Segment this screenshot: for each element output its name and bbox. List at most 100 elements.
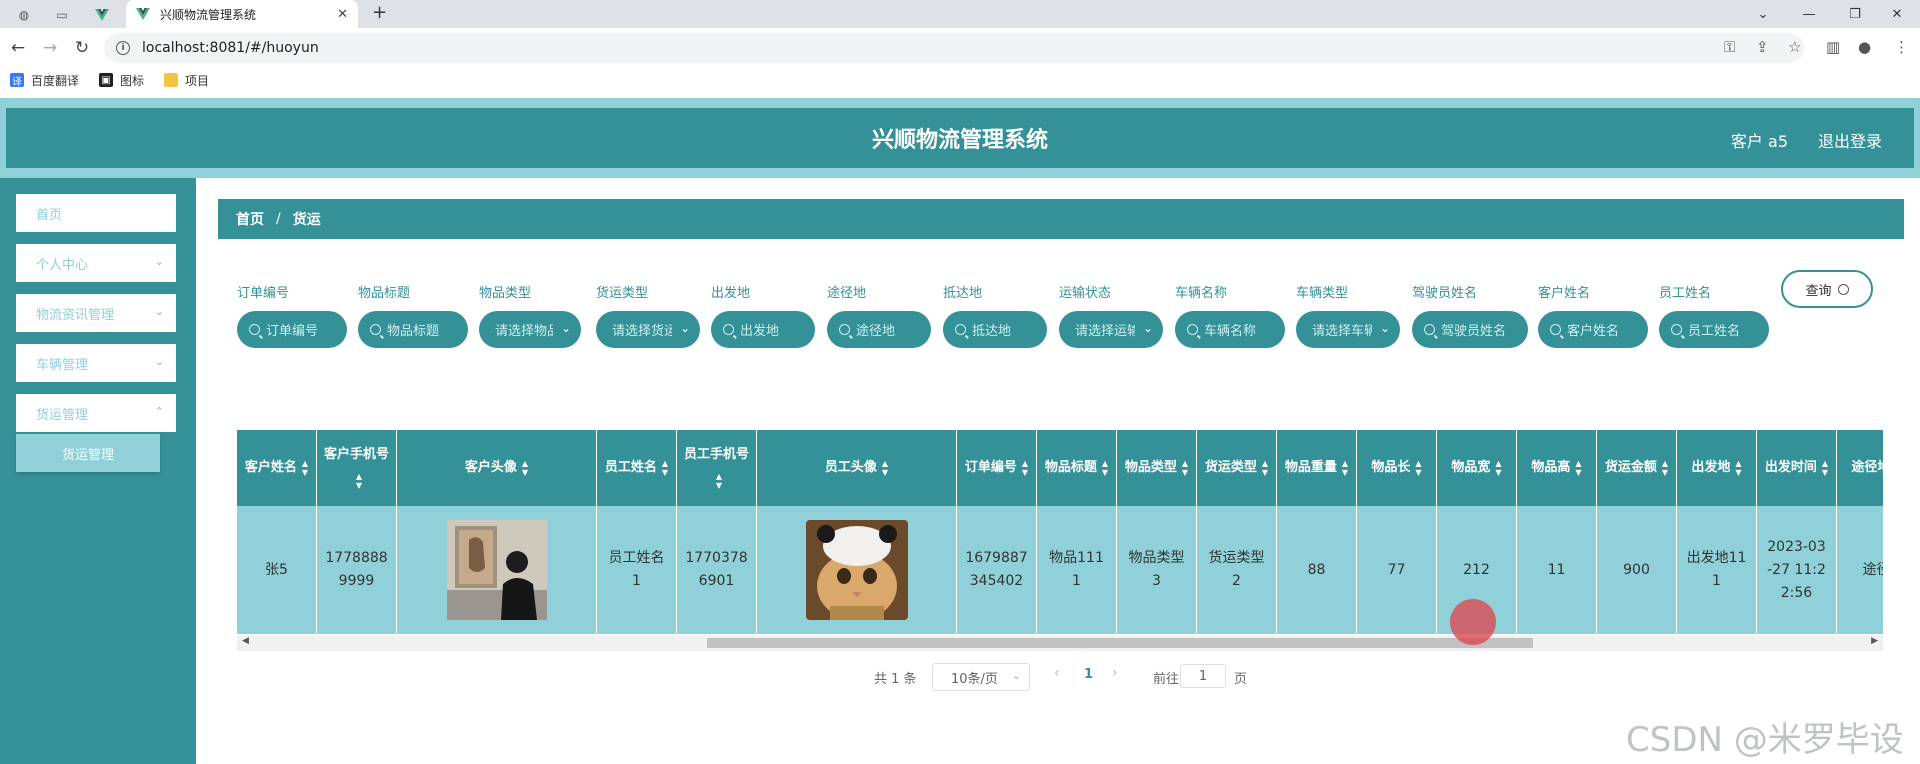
column-header-staff-phone[interactable]: 员工手机号 ▲ ▼ <box>677 430 757 506</box>
sort-icon[interactable]: ▲ ▼ <box>1022 459 1028 477</box>
menu-dots-icon[interactable]: ⋮ <box>1894 38 1909 56</box>
column-header-depart-time[interactable]: 出发时间 ▲ ▼ <box>1757 430 1837 506</box>
share-icon[interactable]: ⇪ <box>1756 38 1769 56</box>
sidebar-item-label: 首页 <box>36 207 63 223</box>
forward-icon[interactable]: → <box>38 36 62 60</box>
vehicle-name-input[interactable]: 车辆名称 <box>1175 311 1285 348</box>
column-header-item-title[interactable]: 物品标题 ▲ ▼ <box>1037 430 1117 506</box>
search-icon <box>249 324 260 335</box>
customer-name-input[interactable]: 客户姓名 <box>1538 311 1648 348</box>
order-no-input[interactable]: 订单编号 <box>237 311 347 348</box>
restore-icon[interactable]: ❐ <box>1832 0 1878 28</box>
sort-icon[interactable]: ▲ ▼ <box>716 472 722 490</box>
column-header-item-weight[interactable]: 物品重量 ▲ ▼ <box>1277 430 1357 506</box>
column-header-item-length[interactable]: 物品长 ▲ ▼ <box>1357 430 1437 506</box>
column-header-label: 客户手机号 <box>323 447 389 462</box>
horizontal-scrollbar[interactable]: ◀ ▶ <box>237 635 1883 651</box>
sort-icon[interactable]: ▲ ▼ <box>522 459 528 477</box>
sidebar-item-vehicles[interactable]: 车辆管理 ⌄ <box>16 344 176 382</box>
side-panel-icon[interactable]: ▥ <box>1826 38 1840 56</box>
active-tab[interactable]: 兴顺物流管理系统 ✕ <box>126 0 358 28</box>
column-header-label: 订单编号 <box>964 460 1017 475</box>
column-header-customer-phone[interactable]: 客户手机号 ▲ ▼ <box>317 430 397 506</box>
sort-icon[interactable]: ▲ ▼ <box>1182 459 1188 477</box>
sort-icon[interactable]: ▲ ▼ <box>1662 459 1668 477</box>
site-info-icon[interactable]: i <box>116 41 130 55</box>
globe-tab-icon[interactable]: ◍ <box>6 4 42 26</box>
column-header-item-type[interactable]: 物品类型 ▲ ▼ <box>1117 430 1197 506</box>
scroll-left-icon[interactable]: ◀ <box>242 636 249 646</box>
close-tab-icon[interactable]: ✕ <box>337 7 348 22</box>
minimize-icon[interactable]: — <box>1786 0 1832 28</box>
column-header-freight-amount[interactable]: 货运金额 ▲ ▼ <box>1597 430 1677 506</box>
sort-icon[interactable]: ▲ ▼ <box>662 459 668 477</box>
column-header-customer-avatar[interactable]: 客户头像 ▲ ▼ <box>397 430 597 506</box>
bookmark-star-icon[interactable]: ☆ <box>1788 38 1801 56</box>
column-header-item-width[interactable]: 物品宽 ▲ ▼ <box>1437 430 1517 506</box>
query-button[interactable]: 查询 <box>1781 270 1873 308</box>
bookmark-item[interactable]: 项目 <box>164 72 209 89</box>
page-size-select[interactable]: 10条/页 ⌄ <box>932 663 1030 691</box>
sidebar-item-profile[interactable]: 个人中心 ⌄ <box>16 244 176 282</box>
cell-customer-phone: 17788889999 <box>317 506 397 634</box>
sort-icon[interactable]: ▲ ▼ <box>1495 459 1501 477</box>
key-icon[interactable]: ⚿ <box>1724 38 1735 56</box>
sidebar-item-home[interactable]: 首页 <box>16 194 176 232</box>
bookmark-item[interactable]: ▣ 图标 <box>99 72 144 89</box>
submenu-item-freight-management[interactable]: 货运管理 <box>16 434 160 472</box>
profile-icon[interactable]: ● <box>1858 38 1871 56</box>
new-tab-icon[interactable]: + <box>372 2 387 23</box>
cell-origin: 出发地111 <box>1677 506 1757 634</box>
blank-tab-icon[interactable]: ▭ <box>44 4 80 26</box>
scroll-right-icon[interactable]: ▶ <box>1871 636 1878 646</box>
transport-status-select[interactable]: 请选择运输 ⌄ <box>1059 311 1163 348</box>
prev-page-icon[interactable]: ‹ <box>1054 665 1060 681</box>
vue-tab-icon[interactable] <box>84 4 120 26</box>
reload-icon[interactable]: ↻ <box>70 36 94 60</box>
item-title-input[interactable]: 物品标题 <box>358 311 468 348</box>
sort-icon[interactable]: ▲ ▼ <box>1735 459 1741 477</box>
sort-icon[interactable]: ▲ ▼ <box>1102 459 1108 477</box>
sort-icon[interactable]: ▲ ▼ <box>1415 459 1421 477</box>
sidebar-item-news[interactable]: 物流资讯管理 ⌄ <box>16 294 176 332</box>
sort-icon[interactable]: ▲ ▼ <box>1822 459 1828 477</box>
table-row[interactable]: 张5 17788889999 员工姓名1 17703786901 16798873454… <box>237 506 1883 634</box>
sort-icon[interactable]: ▲ ▼ <box>1342 459 1348 477</box>
chevron-down-icon: ⌄ <box>1379 321 1390 335</box>
sort-icon[interactable]: ▲ ▼ <box>1575 459 1581 477</box>
item-type-select[interactable]: 请选择物品 ⌄ <box>479 311 581 348</box>
column-header-staff-avatar[interactable]: 员工头像 ▲ ▼ <box>757 430 957 506</box>
staff-name-input[interactable]: 员工姓名 <box>1659 311 1769 348</box>
goto-page-input[interactable]: 1 <box>1180 664 1226 688</box>
sort-icon[interactable]: ▲ ▼ <box>882 459 888 477</box>
column-header-freight-type[interactable]: 货运类型 ▲ ▼ <box>1197 430 1277 506</box>
tab-search-icon[interactable]: ⌄ <box>1740 0 1786 28</box>
column-header-customer-name[interactable]: 客户姓名 ▲ ▼ <box>237 430 317 506</box>
close-window-icon[interactable]: ✕ <box>1874 0 1920 28</box>
page-number-current[interactable]: 1 <box>1084 667 1093 682</box>
scrollbar-thumb[interactable] <box>707 638 1533 648</box>
back-icon[interactable]: ← <box>6 36 30 60</box>
column-header-item-height[interactable]: 物品高 ▲ ▼ <box>1517 430 1597 506</box>
sort-icon[interactable]: ▲ ▼ <box>356 472 362 490</box>
column-header-order-no[interactable]: 订单编号 ▲ ▼ <box>957 430 1037 506</box>
freight-type-select[interactable]: 请选择货运 ⌄ <box>596 311 700 348</box>
destination-input[interactable]: 抵达地 <box>943 311 1047 348</box>
vehicle-type-select[interactable]: 请选择车辆 ⌄ <box>1296 311 1400 348</box>
column-header-label: 出发地 <box>1691 460 1731 475</box>
logout-button[interactable]: 退出登录 <box>1818 128 1882 152</box>
sidebar-item-freight[interactable]: 货运管理 ⌃ <box>16 394 176 432</box>
driver-name-input[interactable]: 驾驶员姓名 <box>1412 311 1528 348</box>
url-omnibox[interactable]: i localhost:8081/#/huoyun <box>104 33 1804 63</box>
waypoint-input[interactable]: 途径地 <box>827 311 931 348</box>
column-header-staff-name[interactable]: 员工姓名 ▲ ▼ <box>597 430 677 506</box>
url-text[interactable]: localhost:8081/#/huoyun <box>142 40 319 56</box>
column-header-origin[interactable]: 出发地 ▲ ▼ <box>1677 430 1757 506</box>
bookmark-item[interactable]: 译 百度翻译 <box>10 72 79 89</box>
sort-icon[interactable]: ▲ ▼ <box>1262 459 1268 477</box>
next-page-icon[interactable]: › <box>1112 665 1118 681</box>
breadcrumb-home[interactable]: 首页 <box>236 209 264 229</box>
origin-input[interactable]: 出发地 <box>711 311 815 348</box>
column-header-waypoint[interactable]: 途径地▲▼ <box>1837 430 1883 506</box>
sort-icon[interactable]: ▲ ▼ <box>302 459 308 477</box>
